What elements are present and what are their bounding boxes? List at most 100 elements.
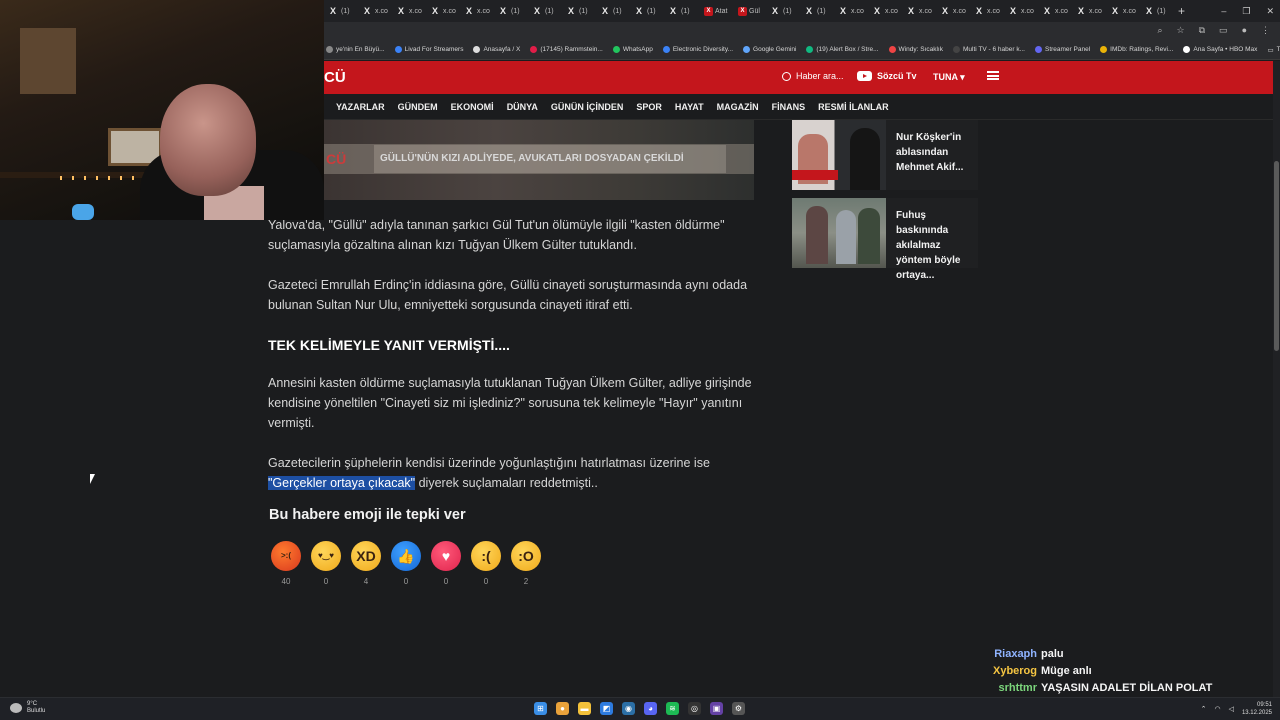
browser-tab[interactable]: X Atat xyxy=(698,2,732,20)
browser-tab[interactable]: X (1) xyxy=(800,2,834,20)
network-icon[interactable]: ◠ xyxy=(1214,705,1220,713)
obs-icon[interactable]: ◎ xyxy=(688,702,701,715)
reaction-button[interactable]: XD 4 xyxy=(351,541,381,586)
chrome-icon[interactable]: ● xyxy=(556,702,569,715)
zoom-icon[interactable]: ⌕ xyxy=(1157,25,1162,36)
nav-link[interactable]: GÜNÜN İÇİNDEN xyxy=(551,102,624,112)
browser-tab[interactable]: X (1) xyxy=(664,2,698,20)
bookmark-favicon-icon xyxy=(952,46,960,53)
browser-tab[interactable]: X (1) xyxy=(630,2,664,20)
browser-tab[interactable]: Xx.co xyxy=(970,2,1004,20)
browser-tab[interactable]: X (1) xyxy=(324,2,358,20)
bookmark-item[interactable]: WhatsApp xyxy=(612,46,653,53)
bookmark-item[interactable]: Multi TV - 6 haber k... xyxy=(952,46,1025,53)
reaction-count: 4 xyxy=(363,577,369,586)
reaction-button[interactable]: :O 2 xyxy=(511,541,541,586)
weather-widget[interactable]: 9°C Bulutlu xyxy=(10,701,45,715)
browser-tab[interactable]: Xx.co xyxy=(460,2,494,20)
chat-username[interactable]: Riaxaph xyxy=(980,646,1037,663)
browser-tab[interactable]: X (1) xyxy=(1140,2,1174,20)
steam-icon[interactable]: ◉ xyxy=(622,702,635,715)
user-menu[interactable]: TUNA ▾ xyxy=(933,72,965,83)
minimize-icon[interactable]: – xyxy=(1221,6,1226,16)
browser-tab[interactable]: X (1) xyxy=(596,2,630,20)
all-bookmarks-button[interactable]: ▭Tüm Yer İşaretleri xyxy=(1267,46,1280,54)
browser-tab[interactable]: Xx.co xyxy=(358,2,392,20)
bookmark-item[interactable]: Anasayfa / X xyxy=(473,46,520,53)
nav-link[interactable]: GÜNDEM xyxy=(398,102,438,112)
nav-link[interactable]: HAYAT xyxy=(675,102,704,112)
bookmark-item[interactable]: Google Gemini xyxy=(743,46,796,53)
hamburger-menu-icon[interactable] xyxy=(987,71,999,80)
scrollbar-thumb[interactable] xyxy=(1274,161,1279,351)
browser-tab[interactable]: Xx.co xyxy=(868,2,902,20)
spotify-icon[interactable]: ≋ xyxy=(666,702,679,715)
reaction-button[interactable]: 👍 0 xyxy=(391,541,421,586)
browser-tab[interactable]: Xx.co xyxy=(902,2,936,20)
bookmark-item[interactable]: Streamer Panel xyxy=(1034,46,1090,53)
browser-tab[interactable]: Xx.co xyxy=(426,2,460,20)
nav-link[interactable]: YAZARLAR xyxy=(336,102,385,112)
browser-tab[interactable]: Xx.co xyxy=(1106,2,1140,20)
reaction-button[interactable]: :(0 xyxy=(471,541,501,586)
bookmark-item[interactable]: Livad For Streamers xyxy=(394,46,463,53)
twitch-icon[interactable]: ▣ xyxy=(710,702,723,715)
page-scrollbar[interactable] xyxy=(1273,61,1280,697)
nav-link[interactable]: FİNANS xyxy=(772,102,806,112)
related-news-card[interactable]: Nur Köşker'in ablasından Mehmet Akif... xyxy=(792,120,978,190)
bookmark-item[interactable]: (19) Alert Box / Stre... xyxy=(806,46,879,53)
browser-tab[interactable]: Xx.co xyxy=(936,2,970,20)
sidebar-icon[interactable]: ▭ xyxy=(1219,25,1228,36)
bookmark-star-icon[interactable]: ☆ xyxy=(1177,25,1185,36)
browser-tab[interactable]: X (1) xyxy=(528,2,562,20)
photos-icon[interactable]: ◩ xyxy=(600,702,613,715)
browser-menu-icon[interactable]: ⋮ xyxy=(1261,25,1270,36)
browser-tab[interactable]: Xx.co xyxy=(1038,2,1072,20)
reaction-count: 40 xyxy=(281,577,291,586)
nav-link[interactable]: RESMİ İLANLAR xyxy=(818,102,889,112)
selected-text[interactable]: "Gerçekler ortaya çıkacak" xyxy=(268,476,416,490)
search-button[interactable]: Haber ara... xyxy=(782,71,844,81)
browser-tab[interactable]: Xx.co xyxy=(392,2,426,20)
chat-username[interactable]: srhttmr xyxy=(980,680,1037,697)
nav-link[interactable]: EKONOMİ xyxy=(451,102,494,112)
browser-tab[interactable]: Xx.co xyxy=(1004,2,1038,20)
site-logo[interactable]: CÜ xyxy=(324,69,346,86)
bookmark-item[interactable]: Ana Sayfa • HBO Max xyxy=(1183,46,1257,53)
bookmark-item[interactable]: (17145) Rammstein... xyxy=(530,46,603,53)
reaction-glyph: >:( xyxy=(281,551,291,560)
browser-tab[interactable]: Xx.co xyxy=(1072,2,1106,20)
tray-chevron-icon[interactable]: ⌃ xyxy=(1201,705,1207,713)
discord-icon[interactable]: ◕ xyxy=(644,702,657,715)
settings-icon[interactable]: ⚙ xyxy=(732,702,745,715)
browser-tab[interactable]: X (1) xyxy=(562,2,596,20)
start-icon[interactable]: ⊞ xyxy=(534,702,547,715)
chat-username[interactable]: Xyberog xyxy=(980,663,1037,680)
volume-icon[interactable]: ◁ xyxy=(1229,705,1234,713)
bookmark-item[interactable]: Electronic Diversity... xyxy=(662,46,733,53)
nav-link[interactable]: MAGAZİN xyxy=(717,102,759,112)
tab-label: (1) xyxy=(579,7,588,15)
bookmark-item[interactable]: IMDb: Ratings, Revi... xyxy=(1100,46,1173,53)
tv-link[interactable]: Sözcü Tv xyxy=(857,71,917,81)
bookmark-item[interactable]: ye'nin En Büyü... xyxy=(326,46,385,53)
file-explorer-icon[interactable]: ▬ xyxy=(578,702,591,715)
reaction-button[interactable]: >:( 40 xyxy=(271,541,301,586)
browser-tab[interactable]: Xx.co xyxy=(834,2,868,20)
related-news-card[interactable]: Fuhuş baskınında akılalmaz yöntem böyle … xyxy=(792,198,978,281)
nav-link[interactable]: SPOR xyxy=(636,102,662,112)
extensions-icon[interactable]: ⧉ xyxy=(1199,25,1205,36)
nav-link[interactable]: DÜNYA xyxy=(507,102,538,112)
browser-tab[interactable]: X (1) xyxy=(766,2,800,20)
close-window-icon[interactable]: ✕ xyxy=(1266,6,1274,17)
profile-icon[interactable]: ● xyxy=(1242,25,1247,36)
tab-label: x.co xyxy=(919,7,932,15)
browser-tab[interactable]: X Gül xyxy=(732,2,766,20)
new-tab-button[interactable]: + xyxy=(1178,4,1185,18)
clock[interactable]: 09:51 13.12.2025 xyxy=(1242,701,1272,717)
reaction-button[interactable]: ♥ 0 xyxy=(431,541,461,586)
browser-tab[interactable]: X (1) xyxy=(494,2,528,20)
reaction-button[interactable]: ♥‿♥ 0 xyxy=(311,541,341,586)
bookmark-item[interactable]: Windy: Sıcaklık xyxy=(888,46,943,53)
restore-icon[interactable]: ❐ xyxy=(1242,6,1250,17)
